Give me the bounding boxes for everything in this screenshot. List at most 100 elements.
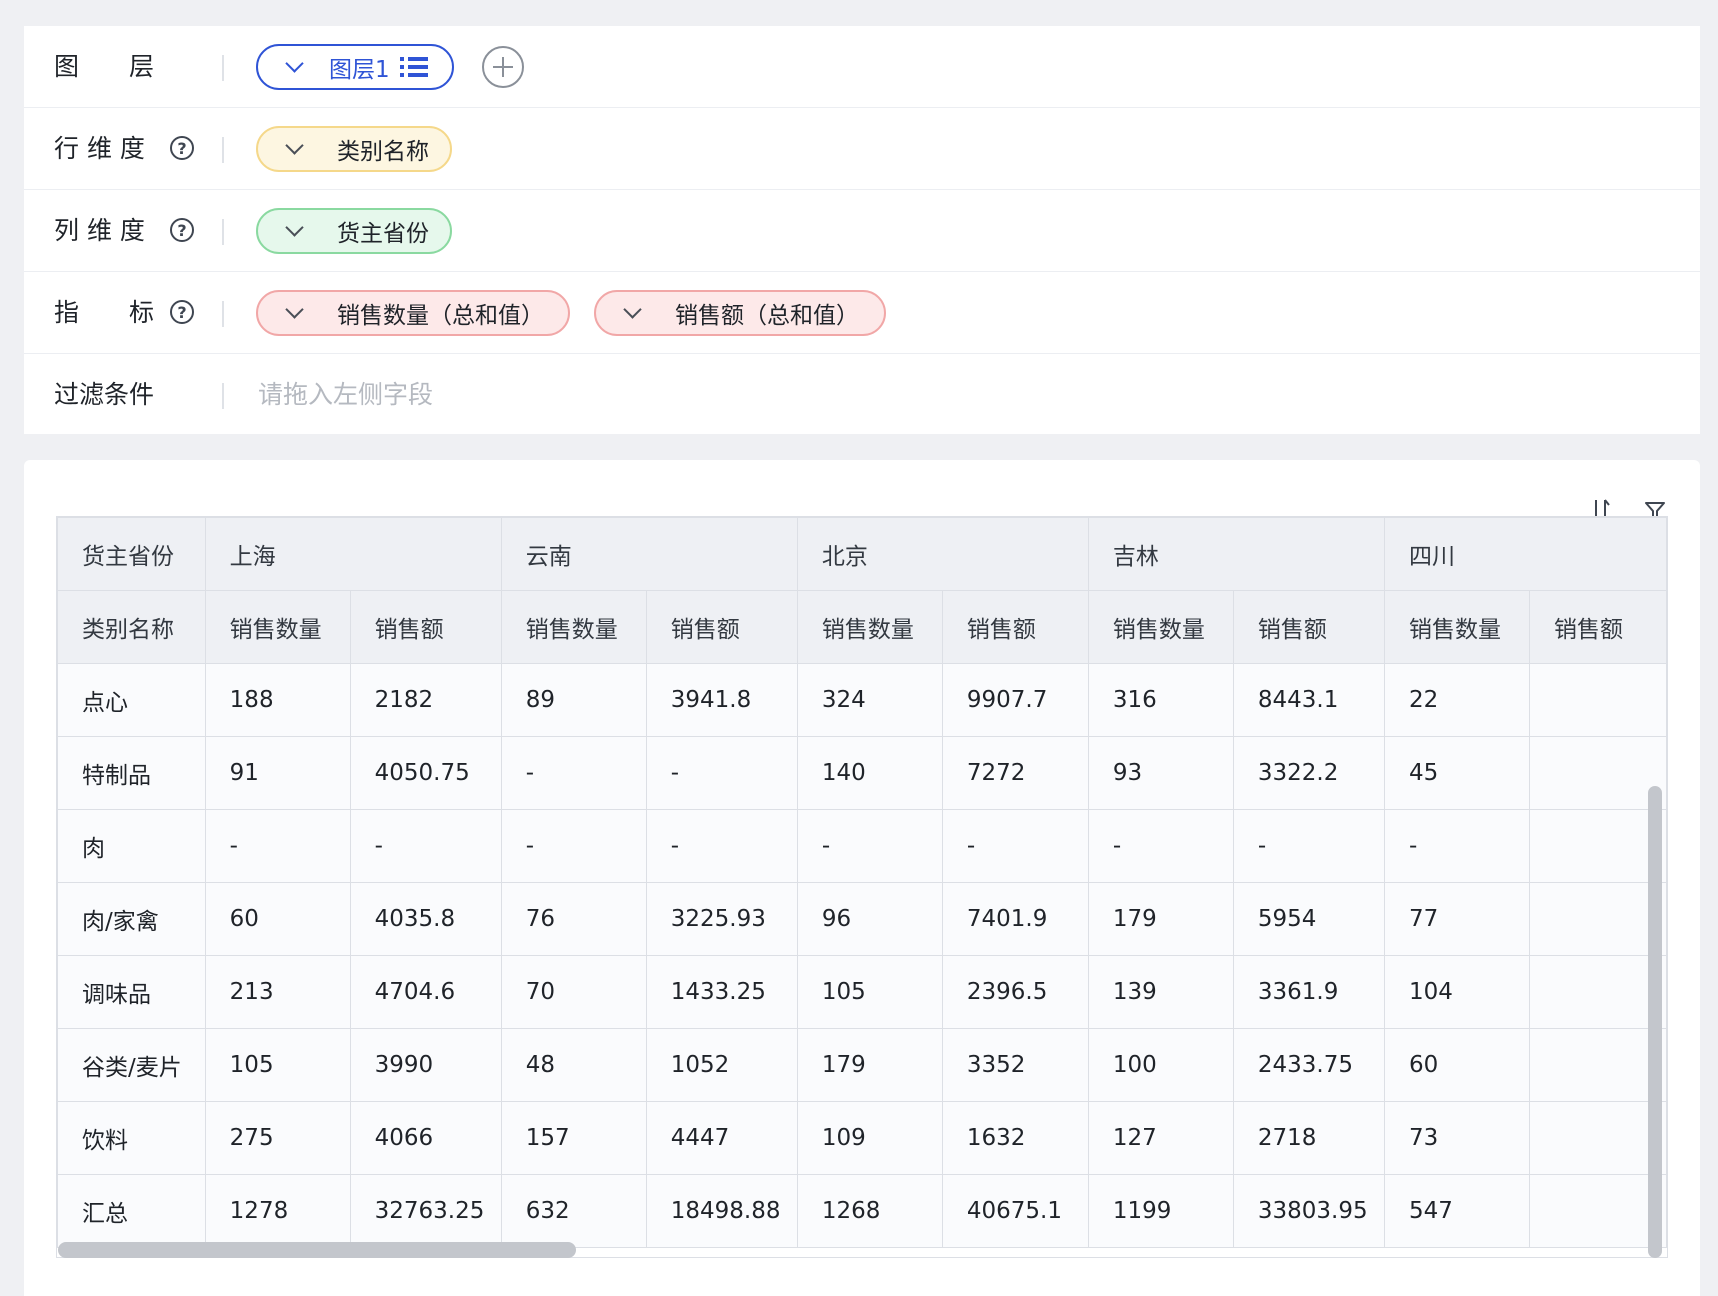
corner-header-category: 类别名称 (57, 590, 206, 664)
value-cell: 275 (204, 1101, 351, 1175)
help-icon[interactable]: ? (170, 218, 194, 242)
measure-header: 销售数量 (1087, 590, 1234, 664)
value-cell: 632 (500, 1174, 647, 1248)
metric-pill-amount[interactable]: 销售额（总和值） (594, 290, 886, 336)
divider (222, 219, 224, 245)
value-cell: 100 (1087, 1028, 1234, 1102)
value-cell: - (1087, 809, 1234, 883)
value-cell: 48 (500, 1028, 647, 1102)
table-row: 点心 188 2182 89 3941.8 324 9907.7 316 8443.1 22 (57, 663, 1667, 737)
value-cell: 89 (500, 663, 647, 737)
value-cell: 139 (1087, 955, 1234, 1029)
help-icon[interactable]: ? (170, 300, 194, 324)
value-cell: 7401.9 (941, 882, 1089, 956)
value-cell: 9907.7 (941, 663, 1089, 737)
value-cell: - (941, 809, 1089, 883)
metric-pill-label: 销售额（总和值） (675, 303, 859, 329)
vertical-scrollbar[interactable] (1648, 786, 1662, 1258)
value-cell: - (796, 809, 943, 883)
chevron-down-icon (285, 135, 304, 155)
metric-pill-quantity[interactable]: 销售数量（总和值） (256, 290, 570, 336)
divider (222, 137, 224, 163)
metrics-label: 指 标 (54, 298, 155, 327)
value-cell: 140 (796, 736, 943, 810)
value-cell: 93 (1087, 736, 1234, 810)
table-row: 肉/家禽 60 4035.8 76 3225.93 96 7401.9 179 5954 77 (57, 882, 1667, 956)
table-row: 饮料 275 4066 157 4447 109 1632 127 2718 73 (57, 1101, 1667, 1175)
value-cell: 109 (796, 1101, 943, 1175)
measure-header-row: 类别名称 销售数量 销售额 销售数量 销售额 销售数量 销售额 销售数量 销售额… (57, 590, 1667, 664)
value-cell: 1278 (204, 1174, 351, 1248)
value-cell: - (500, 809, 647, 883)
filter-label: 过滤条件 (54, 380, 155, 409)
value-cell: 213 (204, 955, 351, 1029)
value-cell: 3352 (941, 1028, 1089, 1102)
province-header: 上海 (204, 517, 502, 591)
value-cell: 4035.8 (349, 882, 502, 956)
value-cell-overflow (1528, 882, 1667, 956)
category-cell: 肉/家禽 (57, 882, 206, 956)
value-cell-overflow (1528, 736, 1667, 810)
layer-label: 图 层 (54, 52, 155, 81)
value-cell: 4447 (645, 1101, 798, 1175)
province-header: 吉林 (1087, 517, 1386, 591)
filter-drop-zone[interactable]: 请拖入左侧字段 (258, 354, 433, 436)
value-cell: - (645, 736, 798, 810)
value-cell: 4066 (349, 1101, 502, 1175)
value-cell: 4704.6 (349, 955, 502, 1029)
value-cell: 4050.75 (349, 736, 502, 810)
horizontal-scrollbar[interactable] (58, 1242, 576, 1258)
category-cell: 调味品 (57, 955, 206, 1029)
value-cell-overflow (1528, 955, 1667, 1029)
measure-header: 销售数量 (204, 590, 351, 664)
value-cell: 127 (1087, 1101, 1234, 1175)
category-cell: 特制品 (57, 736, 206, 810)
add-layer-button[interactable] (482, 46, 524, 88)
value-cell: 316 (1087, 663, 1234, 737)
column-dimension-pill-label: 货主省份 (337, 221, 429, 247)
value-cell: 1632 (941, 1101, 1089, 1175)
value-cell: - (204, 809, 351, 883)
row-dimension-pill[interactable]: 类别名称 (256, 126, 452, 172)
value-cell: 18498.88 (645, 1174, 798, 1248)
pivot-table[interactable]: 货主省份 上海 云南 北京 吉林 四川 类别名称 销售数量 销售额 销售数量 销… (56, 516, 1668, 1258)
column-dimension-pill[interactable]: 货主省份 (256, 208, 452, 254)
measure-header: 销售额 (645, 590, 798, 664)
measure-header: 销售额 (1528, 590, 1667, 664)
value-cell: 70 (500, 955, 647, 1029)
value-cell: 32763.25 (349, 1174, 502, 1248)
value-cell: 105 (204, 1028, 351, 1102)
layer-row: 图 层 图层1 (24, 26, 1700, 108)
chevron-down-icon (285, 217, 304, 237)
measure-header: 销售额 (941, 590, 1089, 664)
value-cell: 40675.1 (941, 1174, 1089, 1248)
corner-header-province: 货主省份 (57, 517, 206, 591)
value-cell: 91 (204, 736, 351, 810)
metric-pill-label: 销售数量（总和值） (337, 303, 544, 329)
value-cell-overflow (1528, 1028, 1667, 1102)
field-config-panel: 图 层 图层1 行 维 度 ? 类别名称 列 维 度 ? 货主省份 指 标 ? … (24, 26, 1700, 434)
list-icon (399, 55, 428, 79)
layer-select-pill[interactable]: 图层1 (256, 44, 454, 90)
value-cell-overflow (1528, 1174, 1667, 1248)
value-cell: 8443.1 (1232, 663, 1386, 737)
table-row: 调味品 213 4704.6 70 1433.25 105 2396.5 139 3361.9 1… (57, 955, 1667, 1029)
value-cell: 324 (796, 663, 943, 737)
value-cell: 104 (1384, 955, 1530, 1029)
measure-header: 销售数量 (796, 590, 943, 664)
measure-header: 销售数量 (1384, 590, 1530, 664)
province-header: 云南 (500, 517, 798, 591)
table-row: 特制品 91 4050.75- -140 7272 93 3322.2 45 (57, 736, 1667, 810)
divider (222, 55, 224, 81)
category-cell: 谷类/麦片 (57, 1028, 206, 1102)
chevron-down-icon (623, 299, 642, 319)
value-cell: 3225.93 (645, 882, 798, 956)
divider (222, 301, 224, 327)
metrics-row: 指 标 ? 销售数量（总和值） 销售额（总和值） (24, 272, 1700, 354)
value-cell: - (645, 809, 798, 883)
value-cell: 3322.2 (1232, 736, 1386, 810)
help-icon[interactable]: ? (170, 136, 194, 160)
category-cell: 肉 (57, 809, 206, 883)
layer-pill-label: 图层1 (329, 57, 390, 83)
column-dimension-row: 列 维 度 ? 货主省份 (24, 190, 1700, 272)
